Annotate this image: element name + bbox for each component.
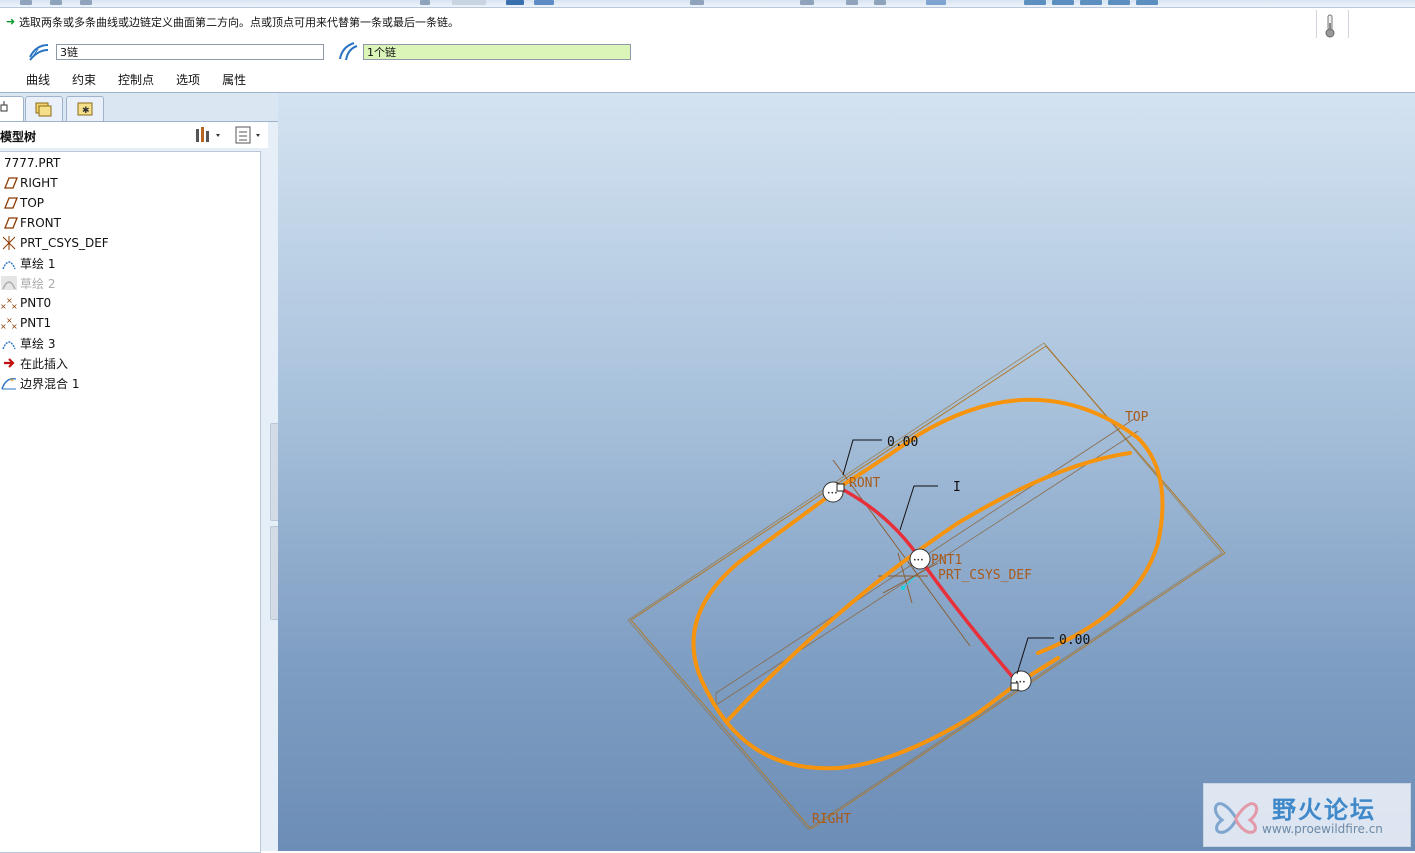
folder-icon — [35, 102, 52, 117]
svg-text:×: × — [11, 322, 18, 331]
tab-folder-browser[interactable] — [25, 96, 63, 121]
tree-item-csys[interactable]: PRT_CSYS_DEF — [0, 234, 109, 252]
show-menu-icon[interactable] — [234, 125, 264, 145]
first-direction-collector[interactable]: 3链 — [56, 44, 324, 60]
leader-label: I — [953, 480, 961, 495]
second-direction-icon[interactable] — [336, 41, 358, 61]
label-csys: PRT_CSYS_DEF — [938, 568, 1032, 583]
endpoint-handle-bottom[interactable]: ••• — [1010, 670, 1032, 692]
butterfly-logo-icon — [1213, 802, 1259, 834]
dashboard-tabs: 曲线 约束 控制点 选项 属性 — [26, 71, 268, 88]
divider — [1348, 10, 1349, 38]
tree-item-label: RIGHT — [20, 176, 58, 190]
tree-item-part[interactable]: 7777.PRT — [0, 154, 60, 172]
tree-item-label: PNT0 — [20, 296, 52, 310]
model-tree[interactable]: 7777.PRT RIGHT TOP FRONT PRT_CSYS_DEF 草绘… — [0, 151, 261, 853]
boundary-blend-icon: * — [1, 377, 17, 390]
model-tree-icon — [0, 101, 8, 112]
tree-item-label: 草绘 1 — [20, 256, 56, 271]
tree-item-label: 边界混合 1 — [20, 376, 80, 391]
dim-label-top[interactable]: 0.00 — [887, 435, 918, 450]
tree-item-label: 草绘 3 — [20, 336, 56, 351]
second-direction-collector[interactable]: 1个链 — [363, 44, 631, 60]
midpoint-handle-pnt1[interactable]: ••• — [909, 548, 931, 570]
watermark-url: www.proewildfire.cn — [1262, 822, 1383, 836]
tree-item-front[interactable]: FRONT — [0, 214, 61, 232]
svg-text:•••: ••• — [913, 557, 924, 564]
sketch-icon — [2, 341, 16, 350]
tab-curves[interactable]: 曲线 — [26, 71, 50, 88]
label-pnt1: PNT1 — [931, 553, 962, 568]
tree-item-top[interactable]: TOP — [0, 194, 44, 212]
message-arrow-icon: ➜ — [6, 15, 16, 28]
navigator-splitter[interactable] — [268, 423, 279, 851]
tree-item-sketch-1[interactable]: 草绘 1 — [0, 254, 55, 272]
navigator-panel: ✱ 模型树 7777.PRT RIGHT TOP FRONT PRT_CSYS_… — [0, 93, 279, 853]
tree-item-insert-here[interactable]: 在此插入 — [0, 354, 68, 372]
svg-text:•••: ••• — [827, 490, 838, 497]
message-line: ➜ 选取两条或多条曲线或边链定义曲面第二方向。点或顶点可用来代替第一条或最后一条… — [6, 14, 459, 30]
svg-text:•••: ••• — [1015, 679, 1026, 686]
boundary-blend-dashboard: ➜ 选取两条或多条曲线或边链定义曲面第二方向。点或顶点可用来代替第一条或最后一条… — [0, 8, 1415, 93]
csys-icon — [2, 236, 16, 250]
tab-constraints[interactable]: 约束 — [72, 71, 96, 88]
tab-options[interactable]: 选项 — [176, 71, 200, 88]
tree-item-boundary-blend-1[interactable]: * 边界混合 1 — [0, 374, 79, 392]
selected-chain[interactable] — [837, 485, 1018, 683]
model-display[interactable]: ••• ••• ••• 0.00 I 0.00 TOP RIGHT RONT P… — [278, 93, 1415, 851]
tab-model-tree[interactable] — [0, 96, 24, 121]
sketch-hidden-icon — [1, 276, 17, 290]
tree-item-label: TOP — [20, 196, 45, 210]
tab-control-points[interactable]: 控制点 — [118, 71, 154, 88]
svg-text:×: × — [11, 302, 18, 311]
tree-item-label: PRT_CSYS_DEF — [20, 236, 109, 250]
thermometer-icon — [1325, 14, 1335, 38]
watermark-title: 野火论坛 — [1272, 796, 1376, 824]
svg-text:*: * — [10, 377, 14, 386]
tab-properties[interactable]: 属性 — [222, 71, 246, 88]
endpoint-handle-top[interactable]: ••• — [822, 481, 845, 503]
datum-point-icon: ××× — [0, 296, 18, 311]
favorites-icon: ✱ — [77, 102, 93, 116]
sketch-icon — [2, 261, 16, 270]
graphics-window[interactable]: ••• ••• ••• 0.00 I 0.00 TOP RIGHT RONT P… — [278, 93, 1415, 851]
tree-item-sketch-3[interactable]: 草绘 3 — [0, 334, 55, 352]
main-toolbar-strip[interactable] — [0, 0, 1415, 8]
datum-point-icon: ××× — [0, 316, 18, 331]
datum-plane-icon — [4, 217, 18, 229]
tree-item-label: 草绘 2 — [20, 276, 56, 291]
sketch-curves[interactable] — [691, 397, 1165, 771]
insert-here-icon — [4, 358, 15, 368]
svg-text:✱: ✱ — [82, 106, 90, 116]
label-right-plane: RIGHT — [812, 812, 851, 827]
datum-plane-icon — [4, 197, 18, 209]
model-tree-header: 模型树 — [0, 122, 268, 148]
model-tree-title: 模型树 — [0, 130, 37, 144]
tree-item-label: PNT1 — [20, 316, 52, 330]
divider — [1316, 10, 1317, 38]
tab-favorites[interactable]: ✱ — [66, 96, 104, 121]
dim-label-bottom[interactable]: 0.00 — [1059, 633, 1090, 648]
tree-item-label: 在此插入 — [20, 356, 69, 371]
forum-watermark: 野火论坛 www.proewildfire.cn — [1203, 783, 1411, 847]
tree-item-right[interactable]: RIGHT — [0, 174, 58, 192]
navigator-tabs: ✱ — [0, 93, 278, 122]
tree-item-label: FRONT — [20, 216, 61, 230]
tree-settings-icon[interactable] — [194, 125, 224, 145]
tree-item-pnt1[interactable]: × × × PNT1 — [0, 314, 51, 332]
message-text: 选取两条或多条曲线或边链定义曲面第二方向。点或顶点可用来代替第一条或最后一条链。 — [19, 16, 459, 29]
tree-item-pnt0[interactable]: × × × PNT0 — [0, 294, 51, 312]
tree-item-sketch-2[interactable]: 草绘 2 — [0, 274, 55, 292]
first-direction-icon[interactable] — [28, 41, 50, 61]
datum-plane-icon — [4, 177, 18, 189]
label-top-plane: TOP — [1125, 410, 1149, 425]
tree-item-label: 7777.PRT — [4, 156, 61, 170]
label-front-plane: RONT — [849, 476, 880, 491]
